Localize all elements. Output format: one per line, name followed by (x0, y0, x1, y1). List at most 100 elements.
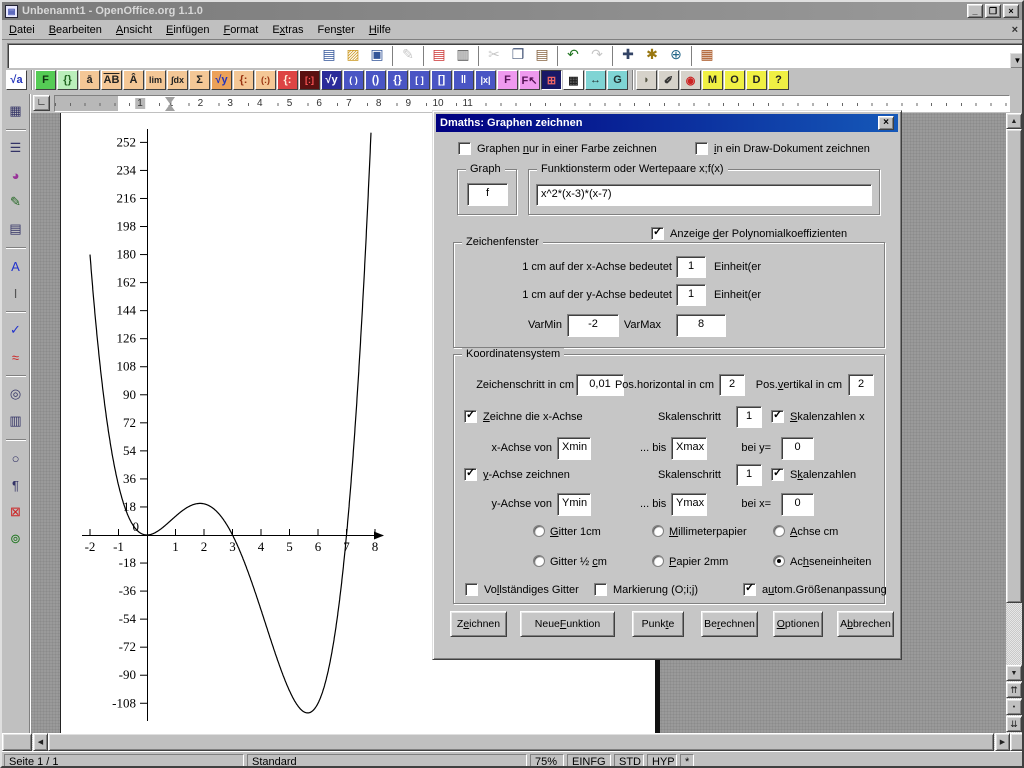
edit-file-icon[interactable]: ✎ (396, 42, 420, 66)
graph-window-button[interactable]: ⊞ (541, 70, 562, 90)
radio-gitter-half-cm[interactable] (533, 555, 545, 567)
insert-fields-icon[interactable]: ☰ (4, 137, 28, 159)
menu-fenster[interactable]: Fenster (311, 22, 362, 38)
xscale-field[interactable]: 1 (676, 256, 706, 278)
close-document-icon[interactable]: × (1012, 24, 1018, 36)
online-layout-icon[interactable]: ⊚ (4, 528, 28, 550)
insert-frame-icon[interactable]: I (4, 282, 28, 304)
bei-y-field[interactable]: 0 (781, 437, 814, 460)
segment-button[interactable]: AB (101, 70, 122, 90)
parens-button[interactable]: () (365, 70, 386, 90)
norm-button[interactable]: ‖ (453, 70, 474, 90)
vertical-scrollbar[interactable]: ▲ ▼ ⇈ • ⇊ (1006, 113, 1022, 733)
page-style[interactable]: Standard (247, 754, 527, 768)
abs-button[interactable]: |x| (475, 70, 496, 90)
x-von-field[interactable]: Xmin (557, 437, 591, 460)
skalenzahlen-y-checkbox[interactable]: ✓ (771, 468, 784, 481)
braces-green-button[interactable]: {} (57, 70, 78, 90)
close-button[interactable]: × (1003, 4, 1019, 18)
navigator-icon[interactable]: ✚ (616, 42, 640, 66)
navigation-dot-icon[interactable]: • (1006, 699, 1022, 715)
limit-button[interactable]: lim (145, 70, 166, 90)
previous-page-icon[interactable]: ⇈ (1006, 682, 1022, 698)
braces-blue-button[interactable]: {} (387, 70, 408, 90)
skalenschritt-x-field[interactable]: 1 (736, 406, 762, 428)
polycoef-checkbox[interactable]: ✓ (651, 227, 664, 240)
edit-drawing-button[interactable]: ✐ (658, 70, 679, 90)
undo-icon[interactable]: ↶ (561, 42, 585, 66)
insert-mode[interactable]: EINFG (567, 754, 611, 768)
autospellcheck-icon[interactable]: ≈ (4, 346, 28, 368)
d-button[interactable]: D (746, 70, 767, 90)
angle-button[interactable]: Â (123, 70, 144, 90)
radio-achseneinheiten[interactable] (773, 555, 785, 567)
radio-millimeterpapier[interactable] (652, 525, 664, 537)
stylist-icon[interactable]: ✱ (640, 42, 664, 66)
nth-root-blue-button[interactable]: √y (321, 70, 342, 90)
cut-icon[interactable]: ✂ (482, 42, 506, 66)
insert-object-icon[interactable]: ◕ (4, 164, 28, 186)
neue-funktion-button[interactable]: Neue Funktion (520, 611, 615, 637)
brackets-button[interactable]: [] (431, 70, 452, 90)
x-axis-checkbox[interactable]: ✓ (464, 410, 477, 423)
horizontal-scroll-thumb[interactable] (48, 733, 994, 751)
paste-icon[interactable]: ▤ (530, 42, 554, 66)
skalenzahlen-x-checkbox[interactable]: ✓ (771, 410, 784, 423)
horizontal-scrollbar[interactable]: ◀ ▶ (2, 733, 1024, 751)
restore-button[interactable]: ❐ (985, 4, 1001, 18)
x-bis-field[interactable]: Xmax (671, 437, 707, 460)
parens-wide-button[interactable]: ( ) (343, 70, 364, 90)
new-document-icon[interactable]: ▤ (317, 42, 341, 66)
measure-button[interactable]: ↔ (585, 70, 606, 90)
indent-marker-bottom[interactable] (165, 104, 175, 111)
copy-icon[interactable]: ❐ (506, 42, 530, 66)
function-pink-button[interactable]: F (497, 70, 518, 90)
matrix-button[interactable]: [:] (299, 70, 320, 90)
varmax-field[interactable]: 8 (676, 314, 726, 337)
menu-format[interactable]: Format (216, 22, 265, 38)
minimize-button[interactable]: _ (967, 4, 983, 18)
menu-hilfe[interactable]: Hilfe (362, 22, 398, 38)
radio-gitter-1cm[interactable] (533, 525, 545, 537)
pos-vertikal-field[interactable]: 2 (848, 374, 874, 396)
berechnen-button[interactable]: Berechnen (701, 611, 758, 637)
sum-button[interactable]: Σ (189, 70, 210, 90)
insert-table-icon[interactable]: ▦ (4, 100, 28, 122)
radio-papier-2mm[interactable] (652, 555, 664, 567)
zeichnen-button[interactable]: Zeichnen (450, 611, 507, 637)
menu-bearbeiten[interactable]: Bearbeiten (42, 22, 109, 38)
fontwork-icon[interactable]: A (4, 255, 28, 277)
nth-root-button[interactable]: √y (211, 70, 232, 90)
markierung-checkbox[interactable]: ✓ (594, 583, 607, 596)
bei-x-field[interactable]: 0 (781, 493, 814, 516)
y-von-field[interactable]: Ymin (557, 493, 591, 516)
help-button[interactable]: ? (768, 70, 789, 90)
menu-datei[interactable]: Datei (2, 22, 42, 38)
find-replace-icon[interactable]: ◎ (4, 383, 28, 405)
radio-achse-cm[interactable] (773, 525, 785, 537)
zoom-level[interactable]: 75% (530, 754, 564, 768)
zoom-icon[interactable]: ○ (4, 447, 28, 469)
optionen-button[interactable]: Optionen (773, 611, 823, 637)
system-brace-red-button[interactable]: {: (277, 70, 298, 90)
grid-button[interactable]: ▦ (563, 70, 584, 90)
graph-name-field[interactable]: f (467, 183, 508, 206)
modified-flag[interactable]: * (680, 754, 694, 768)
system-brace-button[interactable]: {: (233, 70, 254, 90)
geometry-button[interactable]: ◗ (636, 70, 657, 90)
scroll-down-icon[interactable]: ▼ (1006, 665, 1022, 681)
scroll-up-icon[interactable]: ▲ (1006, 113, 1022, 129)
vollgitter-checkbox[interactable]: ✓ (465, 583, 478, 596)
url-combo-dropdown-icon[interactable]: ▼ (1009, 52, 1024, 69)
spellcheck-icon[interactable]: ✓ (4, 319, 28, 341)
binomial-button[interactable]: (:) (255, 70, 276, 90)
tab-type-selector[interactable]: ∟ (33, 95, 50, 111)
form-functions-icon[interactable]: ▤ (4, 218, 28, 240)
open-icon[interactable]: ▨ (341, 42, 365, 66)
target-button[interactable]: ◉ (680, 70, 701, 90)
data-sources-icon[interactable]: ▥ (4, 410, 28, 432)
graphics-toggle-icon[interactable]: ⊠ (4, 501, 28, 523)
m-button[interactable]: M (702, 70, 723, 90)
pos-horizontal-field[interactable]: 2 (719, 374, 745, 396)
gallery-icon[interactable]: ▦ (695, 42, 719, 66)
